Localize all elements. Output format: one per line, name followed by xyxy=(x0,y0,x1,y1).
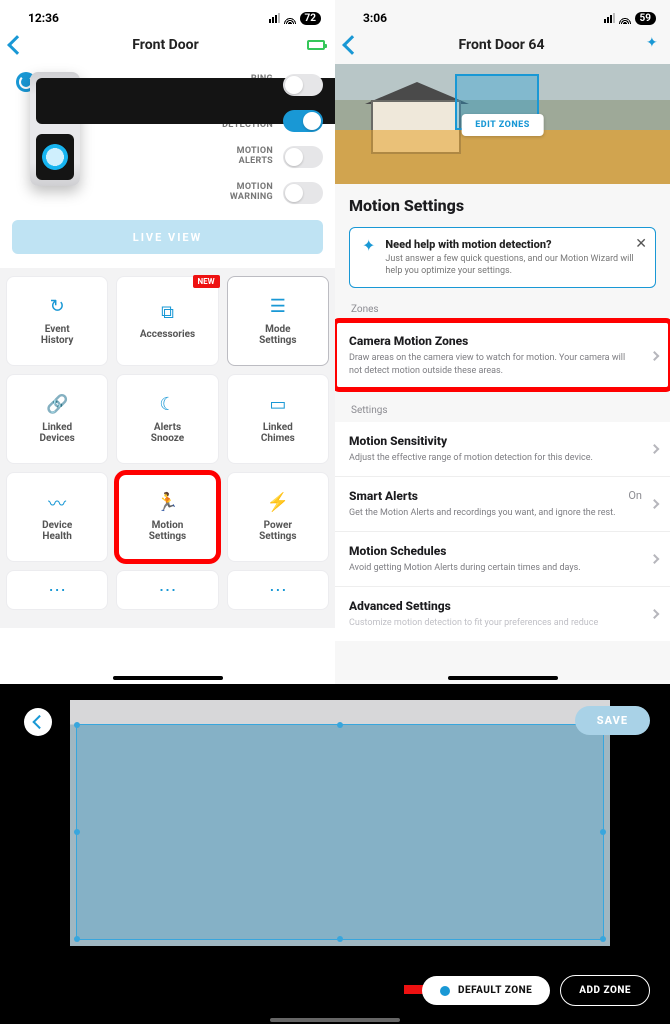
status-bar-left: 12:36 72 xyxy=(0,0,335,30)
status-bar-right: 3:06 59 xyxy=(335,0,670,30)
settings-row[interactable]: Motion Sensitivity Adjust the effective r… xyxy=(335,422,670,476)
camera-motion-zones-row[interactable]: Camera Motion Zones Draw areas on the ca… xyxy=(335,321,670,388)
zone-selection[interactable] xyxy=(76,724,604,940)
clock: 12:36 xyxy=(28,11,59,25)
card-label: Power Settings xyxy=(259,520,296,543)
row-title: Advanced Settings xyxy=(349,599,656,613)
card-more[interactable] xyxy=(116,570,218,610)
page-title: Front Door 64 xyxy=(459,37,545,53)
section-title: Motion Settings xyxy=(349,196,656,215)
settings-card[interactable]: Linked Devices xyxy=(6,374,108,464)
save-button[interactable]: SAVE xyxy=(575,706,650,735)
snooze-icon xyxy=(159,394,175,416)
row-value: On xyxy=(628,489,642,502)
settings-card[interactable]: Linked Chimes xyxy=(227,374,329,464)
clock: 3:06 xyxy=(363,11,387,25)
health-icon xyxy=(48,492,66,514)
settings-row[interactable]: Motion Schedules Avoid getting Motion Ale… xyxy=(335,531,670,586)
card-more[interactable] xyxy=(6,570,108,610)
row-sub: Adjust the effective range of motion det… xyxy=(349,452,656,464)
home-indicator[interactable] xyxy=(270,1018,400,1022)
camera-preview[interactable]: EDIT ZONES xyxy=(335,64,670,184)
zone-editor: SAVE DEFAULT ZONE ADD ZONE xyxy=(0,684,670,1024)
settings-card[interactable]: Motion Settings xyxy=(116,472,218,562)
battery-status: 59 xyxy=(635,12,656,25)
default-zone-button[interactable]: DEFAULT ZONE xyxy=(422,976,550,1005)
card-label: Alerts Snooze xyxy=(151,422,184,445)
add-zone-button[interactable]: ADD ZONE xyxy=(560,975,650,1006)
card-more[interactable] xyxy=(227,570,329,610)
device-image xyxy=(12,68,98,208)
toggle-switch[interactable] xyxy=(283,146,323,168)
settings-row[interactable]: Smart Alerts Get the Motion Alerts and re… xyxy=(335,476,670,531)
accessories-icon xyxy=(161,301,174,323)
default-zone-label: DEFAULT ZONE xyxy=(458,985,532,996)
toggle-switch[interactable] xyxy=(283,182,323,204)
card-label: Mode Settings xyxy=(259,324,296,347)
motion-icon xyxy=(156,492,178,514)
card-label: Motion Settings xyxy=(149,520,186,543)
add-zone-label: ADD ZONE xyxy=(579,985,631,996)
settings-card[interactable]: Device Health xyxy=(6,472,108,562)
row-title: Smart Alerts xyxy=(349,489,656,503)
settings-card[interactable]: Mode Settings xyxy=(227,276,329,366)
help-sub: Just answer a few quick questions, and o… xyxy=(385,254,643,277)
settings-card[interactable]: Alerts Snooze xyxy=(116,374,218,464)
misc-icon xyxy=(158,579,176,601)
settings-card[interactable]: Event History xyxy=(6,276,108,366)
settings-card[interactable]: NEW Accessories xyxy=(116,276,218,366)
excluded-area-overlay xyxy=(335,130,670,184)
card-label: Device Health xyxy=(42,520,72,543)
settings-card[interactable]: Power Settings xyxy=(227,472,329,562)
wifi-icon xyxy=(284,12,296,24)
zone-color-dot xyxy=(440,986,450,996)
history-icon xyxy=(50,296,65,318)
row-sub: Customize motion detection to fit your p… xyxy=(349,617,656,629)
device-battery-icon xyxy=(307,40,325,50)
row-title: Motion Sensitivity xyxy=(349,434,656,448)
section-label-zones: Zones xyxy=(351,304,654,315)
help-card[interactable]: ✦ Need help with motion detection? Just … xyxy=(349,227,656,288)
help-title: Need help with motion detection? xyxy=(385,238,643,251)
link-icon xyxy=(46,394,68,416)
wifi-icon xyxy=(619,12,631,24)
battery-status: 72 xyxy=(300,12,321,25)
new-badge: NEW xyxy=(193,275,220,288)
cell-signal-icon xyxy=(269,13,280,23)
card-label: Event History xyxy=(41,324,74,347)
row-sub: Draw areas on the camera view to watch f… xyxy=(349,352,656,376)
live-view-button[interactable]: LIVE VIEW xyxy=(12,220,323,254)
home-indicator[interactable] xyxy=(113,676,223,680)
card-label: Linked Devices xyxy=(40,422,75,445)
power-icon xyxy=(267,492,289,514)
section-label-settings: Settings xyxy=(351,405,654,416)
card-label: Linked Chimes xyxy=(261,422,295,445)
toggle-switch[interactable] xyxy=(283,74,323,96)
back-button[interactable] xyxy=(342,35,362,55)
toggle-label: MOTION WARNING xyxy=(230,183,273,203)
card-label: Accessories xyxy=(140,329,195,341)
row-sub: Avoid getting Motion Alerts during certa… xyxy=(349,562,656,574)
row-title: Motion Schedules xyxy=(349,544,656,558)
toggle-switch[interactable] xyxy=(283,110,323,132)
row-title: Camera Motion Zones xyxy=(349,334,656,348)
back-button[interactable] xyxy=(24,708,52,736)
home-indicator[interactable] xyxy=(448,676,558,680)
wand-icon: ✦ xyxy=(362,238,375,277)
row-sub: Get the Motion Alerts and recordings you… xyxy=(349,507,656,519)
close-icon[interactable]: ✕ xyxy=(635,236,647,252)
misc-icon xyxy=(48,579,66,601)
toggle-label: MOTION ALERTS xyxy=(237,147,273,167)
back-button[interactable] xyxy=(7,35,27,55)
chime-icon xyxy=(269,394,286,416)
wizard-icon[interactable] xyxy=(644,37,660,53)
cell-signal-icon xyxy=(604,13,615,23)
mode-icon xyxy=(270,296,286,318)
settings-row[interactable]: Advanced Settings Customize motion detect… xyxy=(335,586,670,641)
edit-zones-button[interactable]: EDIT ZONES xyxy=(461,114,544,136)
misc-icon xyxy=(269,579,287,601)
page-title: Front Door xyxy=(132,37,198,53)
camera-viewport[interactable] xyxy=(70,700,610,946)
